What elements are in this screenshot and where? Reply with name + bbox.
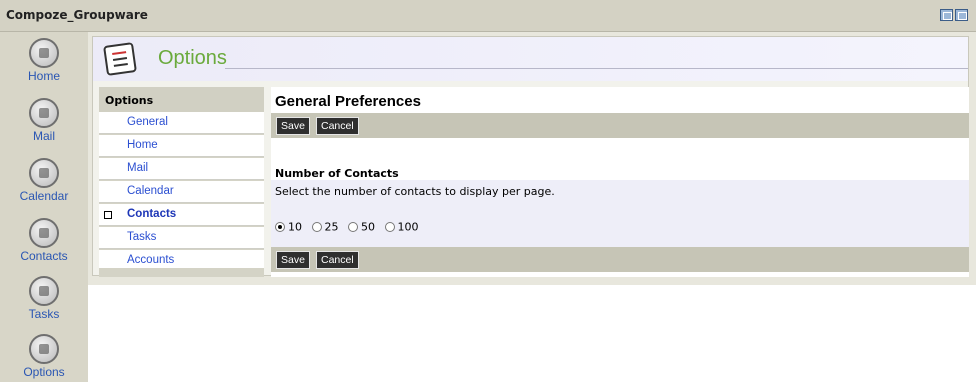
- radio-label: 10: [288, 220, 302, 234]
- preferences-panel: General Preferences Save Cancel Number o…: [271, 87, 969, 277]
- section-title: Number of Contacts: [275, 167, 399, 180]
- menu-item-label: Home: [127, 139, 158, 151]
- left-navigation: Home Mail Calendar Contacts Tasks Option…: [0, 32, 88, 382]
- calendar-icon: [29, 158, 59, 188]
- radio-button[interactable]: [348, 222, 358, 232]
- options-checklist-icon: [103, 42, 137, 76]
- radio-option-10[interactable]: 10: [275, 220, 302, 234]
- options-header: Options: [93, 37, 968, 81]
- nav-label-home: Home: [27, 69, 60, 83]
- radio-label: 50: [361, 220, 375, 234]
- tasks-icon: [29, 276, 59, 306]
- radio-label: 100: [397, 220, 419, 234]
- menu-item-home[interactable]: Home: [99, 135, 264, 157]
- menu-item-contacts[interactable]: Contacts: [99, 204, 264, 226]
- menu-item-general[interactable]: General: [99, 112, 264, 134]
- menu-item-calendar[interactable]: Calendar: [99, 181, 264, 203]
- minimize-window-icon[interactable]: [955, 9, 968, 21]
- mail-icon: [29, 98, 59, 128]
- nav-item-options[interactable]: Options: [0, 334, 88, 379]
- menu-item-label: Calendar: [127, 185, 174, 197]
- restore-window-icon[interactable]: [940, 9, 953, 21]
- options-menu-title: Options: [99, 87, 264, 112]
- nav-label-calendar: Calendar: [19, 189, 69, 203]
- contacts-per-page-radio-group: 10 25 50 100: [275, 220, 425, 234]
- contacts-setting: Select the number of contacts to display…: [271, 180, 969, 247]
- menu-item-label: Tasks: [127, 231, 157, 243]
- nav-label-mail: Mail: [32, 129, 55, 143]
- options-menu: Options General Home Mail Calendar Conta…: [99, 87, 264, 277]
- cancel-button[interactable]: Cancel: [316, 251, 359, 269]
- save-button[interactable]: Save: [276, 251, 310, 269]
- home-icon: [29, 38, 59, 68]
- contacts-icon: [29, 218, 59, 248]
- menu-footer: [99, 268, 264, 277]
- radio-option-25[interactable]: 25: [311, 220, 339, 234]
- menu-item-label: General: [127, 116, 168, 128]
- nav-item-tasks[interactable]: Tasks: [0, 276, 88, 321]
- nav-item-mail[interactable]: Mail: [0, 98, 88, 143]
- title-bar: Compoze_Groupware: [0, 0, 976, 32]
- radio-option-50[interactable]: 50: [348, 220, 375, 234]
- radio-button[interactable]: [275, 222, 285, 232]
- panel-title: General Preferences: [275, 93, 421, 110]
- header-divider: [225, 68, 968, 69]
- section-description: Select the number of contacts to display…: [275, 185, 555, 198]
- menu-item-label: Accounts: [127, 254, 175, 266]
- nav-item-home[interactable]: Home: [0, 38, 88, 83]
- menu-item-mail[interactable]: Mail: [99, 158, 264, 180]
- menu-item-tasks[interactable]: Tasks: [99, 227, 264, 249]
- menu-item-label: Mail: [127, 162, 149, 174]
- radio-button[interactable]: [384, 222, 395, 232]
- cancel-button[interactable]: Cancel: [316, 117, 359, 135]
- nav-label-options: Options: [23, 365, 65, 379]
- nav-label-tasks: Tasks: [28, 307, 60, 321]
- options-page: Options Options General Home Mail Calend…: [92, 36, 969, 277]
- active-marker-icon: [104, 211, 112, 219]
- app-title: Compoze_Groupware: [6, 8, 148, 22]
- top-button-bar: Save Cancel: [271, 113, 969, 138]
- radio-option-100[interactable]: 100: [384, 220, 419, 234]
- nav-item-contacts[interactable]: Contacts: [0, 218, 88, 263]
- bottom-button-bar: Save Cancel: [271, 247, 969, 272]
- save-button[interactable]: Save: [276, 117, 310, 135]
- page-title: Options: [158, 47, 227, 69]
- nav-label-contacts: Contacts: [20, 249, 68, 263]
- radio-label: 25: [324, 220, 339, 234]
- content-frame: Options Options General Home Mail Calend…: [88, 32, 976, 285]
- menu-item-label: Contacts: [127, 208, 177, 220]
- radio-button[interactable]: [311, 222, 322, 232]
- options-icon: [29, 334, 59, 364]
- nav-item-calendar[interactable]: Calendar: [0, 158, 88, 203]
